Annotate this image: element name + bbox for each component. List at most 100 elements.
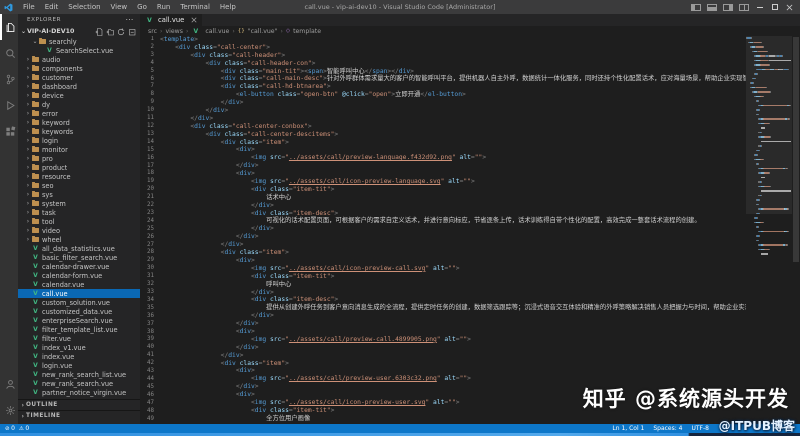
- code-area[interactable]: 1 2 3 4 5 6 7 8 9 10 11 12 13 14 15 16 17 18 19 20 21 22 23 24 2…: [140, 36, 746, 424]
- code-line[interactable]: </div>: [160, 320, 746, 328]
- breadcrumb-item[interactable]: src: [148, 28, 157, 35]
- code-line[interactable]: <div class="item">: [160, 139, 746, 147]
- tree-item-seo[interactable]: › seo: [18, 181, 140, 190]
- menu-go[interactable]: Go: [132, 0, 152, 14]
- tree-item-customized_data.vue[interactable]: Vcustomized_data.vue: [18, 307, 140, 316]
- tree-item-call.vue[interactable]: Vcall.vue: [18, 289, 140, 298]
- breadcrumb-item[interactable]: call.vue: [205, 28, 229, 35]
- account-icon[interactable]: [0, 371, 18, 397]
- new-file-icon[interactable]: [95, 27, 103, 36]
- tree-item-filter.vue[interactable]: Vfilter.vue: [18, 334, 140, 343]
- code-line[interactable]: </div>: [160, 162, 746, 170]
- toggle-auxbar-icon[interactable]: [723, 3, 733, 11]
- tree-item-partner_notice_virgin.vue[interactable]: Vpartner_notice_virgin.vue: [18, 388, 140, 397]
- tree-item-all_data_statistics.vue[interactable]: Vall_data_statistics.vue: [18, 244, 140, 253]
- code-line[interactable]: 全方位用户画像: [160, 415, 746, 423]
- menu-help[interactable]: Help: [215, 0, 241, 14]
- tree-item-product[interactable]: › product: [18, 163, 140, 172]
- tab-close-icon[interactable]: [191, 17, 197, 23]
- tree-item-filter_template_list.vue[interactable]: Vfilter_template_list.vue: [18, 325, 140, 334]
- minimap[interactable]: [746, 36, 792, 424]
- code-line[interactable]: <div class="item-tit">: [160, 186, 746, 194]
- code-lines[interactable]: <template> <div class="call-center"> <di…: [157, 36, 746, 424]
- tree-item-dashboard[interactable]: › dashboard: [18, 82, 140, 91]
- tree-item-customer[interactable]: › customer: [18, 73, 140, 82]
- tree-item-video[interactable]: › video: [18, 226, 140, 235]
- code-line[interactable]: 提供从创建外呼任务到客户意向消息生成的全流程，提供定时任务的创建，数据筛选跟踪等…: [160, 304, 746, 312]
- tree-item-keywords[interactable]: › keywords: [18, 127, 140, 136]
- menu-run[interactable]: Run: [152, 0, 175, 14]
- code-line[interactable]: <img src="../assets/call/preview-call.48…: [160, 336, 746, 344]
- tree-item-new_rank_search_list.vue[interactable]: Vnew_rank_search_list.vue: [18, 370, 140, 379]
- scrollbar-thumb[interactable]: [793, 37, 799, 262]
- code-line[interactable]: <template>: [160, 36, 746, 44]
- code-line[interactable]: <img src="../assets/call/preview-languag…: [160, 154, 746, 162]
- code-line[interactable]: 呼叫中心: [160, 281, 746, 289]
- close-button[interactable]: [783, 0, 796, 14]
- menu-selection[interactable]: Selection: [63, 0, 105, 14]
- tree-item-sys[interactable]: › sys: [18, 190, 140, 199]
- code-line[interactable]: <div class="item-tit">: [160, 273, 746, 281]
- maximize-button[interactable]: [768, 0, 781, 14]
- code-line[interactable]: </div>: [160, 225, 746, 233]
- tree-item-calendar-drawer.vue[interactable]: Vcalendar-drawer.vue: [18, 262, 140, 271]
- customize-layout-icon[interactable]: [739, 3, 749, 11]
- source-control-icon[interactable]: [0, 66, 18, 92]
- tree-item-dy[interactable]: › dy: [18, 100, 140, 109]
- status-item[interactable]: Ln 1, Col 1: [612, 425, 644, 432]
- code-line[interactable]: <div class="call-main-desc">针对外呼群体需求量大的客…: [160, 75, 746, 83]
- tree-item-resource[interactable]: › resource: [18, 172, 140, 181]
- menu-view[interactable]: View: [106, 0, 133, 14]
- breadcrumb-item[interactable]: template: [293, 28, 321, 35]
- run-debug-icon[interactable]: [0, 92, 18, 118]
- tree-item-monitor[interactable]: › monitor: [18, 145, 140, 154]
- code-line[interactable]: <div>: [160, 328, 746, 336]
- explorer-icon[interactable]: [0, 14, 18, 40]
- code-line[interactable]: </div>: [160, 107, 746, 115]
- collapse-all-icon[interactable]: [128, 28, 136, 36]
- tree-item-custom_solution.vue[interactable]: Vcustom_solution.vue: [18, 298, 140, 307]
- code-line[interactable]: </div>: [160, 344, 746, 352]
- breadcrumb-item[interactable]: views: [165, 28, 182, 35]
- code-line[interactable]: <img src="../assets/call/icon-preview-la…: [160, 178, 746, 186]
- code-line[interactable]: <el-button class="open-btn" @click="open…: [160, 91, 746, 99]
- tree-item-index_v1.vue[interactable]: Vindex_v1.vue: [18, 343, 140, 352]
- minimap-slider[interactable]: [746, 36, 792, 214]
- menu-file[interactable]: File: [18, 0, 40, 14]
- tree-item-searchly[interactable]: ⌄ searchly: [18, 37, 140, 46]
- tree-item-basic_filter_search.vue[interactable]: Vbasic_filter_search.vue: [18, 253, 140, 262]
- status-item[interactable]: Spaces: 4: [653, 425, 682, 432]
- tree-item-index.vue[interactable]: Vindex.vue: [18, 352, 140, 361]
- code-line[interactable]: </div>: [160, 289, 746, 297]
- views-more-icon[interactable]: ⋯: [125, 16, 134, 24]
- code-line[interactable]: <div class="call-center-descitems">: [160, 131, 746, 139]
- code-line[interactable]: </div>: [160, 312, 746, 320]
- code-line[interactable]: <div class="call-center">: [160, 44, 746, 52]
- toggle-sidebar-icon[interactable]: [691, 3, 701, 11]
- code-line[interactable]: <div>: [160, 257, 746, 265]
- code-line[interactable]: </div>: [160, 202, 746, 210]
- tree-item-keyword[interactable]: › keyword: [18, 118, 140, 127]
- code-line[interactable]: <img src="../assets/call/preview-user.63…: [160, 375, 746, 383]
- code-line[interactable]: 话术中心: [160, 194, 746, 202]
- refresh-icon[interactable]: [117, 28, 125, 36]
- tree-item-login.vue[interactable]: Vlogin.vue: [18, 361, 140, 370]
- code-line[interactable]: <div class="call-header-con">: [160, 60, 746, 68]
- minimize-button[interactable]: [753, 0, 766, 14]
- code-line[interactable]: <div class="call-center-conbox">: [160, 123, 746, 131]
- extensions-icon[interactable]: [0, 118, 18, 144]
- code-line[interactable]: 可视化的话术配置页面，可根据客户的需求自定义话术，并进行意向标应，节省逐条上传，…: [160, 217, 746, 225]
- section-outline[interactable]: › OUTLINE: [18, 399, 140, 410]
- tree-item-calendar.vue[interactable]: Vcalendar.vue: [18, 280, 140, 289]
- tree-item-task[interactable]: › task: [18, 208, 140, 217]
- tree-item-system[interactable]: › system: [18, 199, 140, 208]
- toggle-panel-icon[interactable]: [707, 3, 717, 11]
- tree-item-wheel[interactable]: › wheel: [18, 235, 140, 244]
- code-line[interactable]: </div>: [160, 233, 746, 241]
- code-line[interactable]: <img src="../assets/call/icon-preview-ca…: [160, 265, 746, 273]
- menu-terminal[interactable]: Terminal: [175, 0, 215, 14]
- tree-item-device[interactable]: › device: [18, 91, 140, 100]
- code-line[interactable]: <div>: [160, 170, 746, 178]
- settings-gear-icon[interactable]: [0, 397, 18, 423]
- code-line[interactable]: <div>: [160, 367, 746, 375]
